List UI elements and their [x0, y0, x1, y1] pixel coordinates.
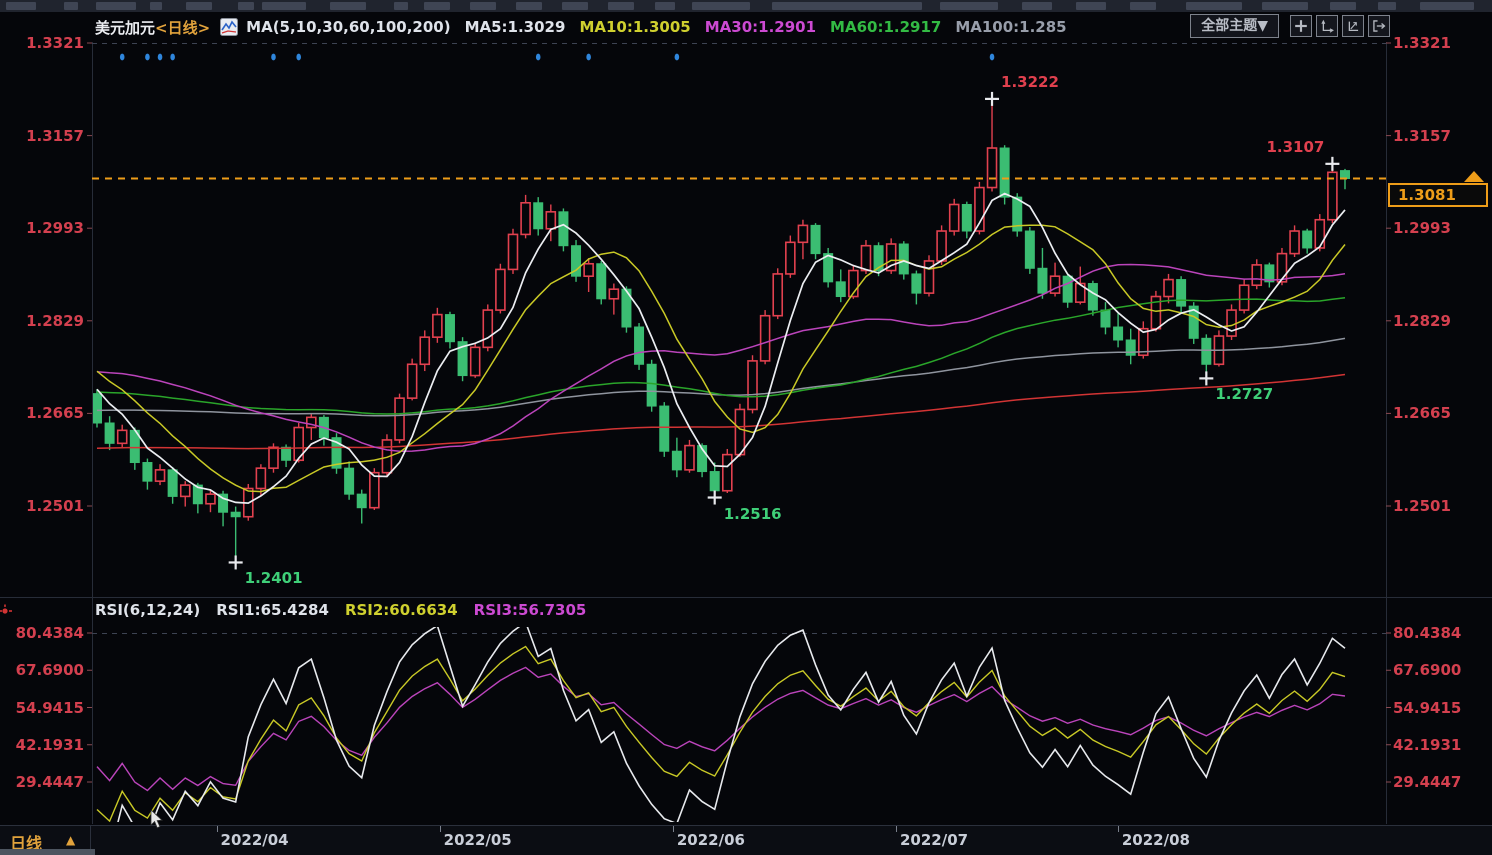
mouse-cursor — [150, 810, 166, 830]
scrollbar-thumb[interactable] — [0, 849, 95, 855]
candlestick-layer — [93, 99, 1350, 563]
event-marker-dot — [536, 54, 541, 61]
ma10-value: MA10:1.3005 — [579, 18, 690, 36]
event-marker-dot — [675, 54, 680, 61]
current-price-tag: 1.3081 — [1388, 183, 1488, 207]
header-controls: 全部主题▼ — [1190, 14, 1390, 38]
trading-chart-window: 美元加元 <日线> MA(5,10,30,60,100,200) MA5:1.3… — [0, 0, 1492, 855]
price-up-triangle-icon — [1464, 171, 1484, 182]
date-label: 2022/08 — [1122, 831, 1190, 849]
kline-icon[interactable] — [220, 18, 238, 36]
date-tick — [896, 826, 897, 832]
ma100-line — [97, 338, 1345, 415]
period-up-arrow-icon[interactable]: ▲ — [66, 833, 75, 847]
date-tick — [440, 826, 441, 832]
rsi3-value: RSI3:56.7305 — [474, 601, 587, 619]
event-marker-dot — [158, 54, 163, 61]
theme-selector-button[interactable]: 全部主题▼ — [1190, 14, 1279, 38]
axis-scale-button[interactable] — [1316, 15, 1338, 37]
event-marker-dot — [990, 54, 995, 61]
event-marker-dot — [296, 54, 301, 61]
trend-scale-button[interactable] — [1342, 15, 1364, 37]
event-marker-dot — [120, 54, 125, 61]
event-marker-dot — [586, 54, 591, 61]
event-marker-dot — [271, 54, 276, 61]
ma100-value: MA100:1.285 — [955, 18, 1066, 36]
ma200-line — [97, 375, 1345, 449]
date-label: 2022/04 — [221, 831, 289, 849]
crosshair-button[interactable] — [1290, 15, 1312, 37]
ma-settings-label[interactable]: MA(5,10,30,60,100,200) — [246, 18, 450, 36]
date-tick — [673, 826, 674, 832]
rsi-header: RSI(6,12,24) RSI1:65.4284 RSI2:60.6634 R… — [95, 601, 586, 619]
date-label: 2022/07 — [900, 831, 968, 849]
current-price-value: 1.3081 — [1398, 186, 1456, 204]
symbol-title: 美元加元 — [95, 17, 155, 38]
rsi-settings-label[interactable]: RSI(6,12,24) — [95, 601, 200, 619]
ma60-value: MA60:1.2917 — [830, 18, 941, 36]
date-tick — [1118, 826, 1119, 832]
rsi1-value: RSI1:65.4284 — [216, 601, 329, 619]
rsi12-line — [97, 647, 1345, 822]
date-label: 2022/06 — [677, 831, 745, 849]
date-tick — [217, 826, 218, 832]
pane-handle-icon[interactable] — [0, 603, 14, 622]
rsi2-value: RSI2:60.6634 — [345, 601, 458, 619]
ma30-line — [97, 265, 1345, 452]
cropped-toolbar-strip — [0, 0, 1492, 12]
date-label: 2022/05 — [444, 831, 512, 849]
ma30-value: MA30:1.2901 — [705, 18, 816, 36]
chart-canvas[interactable] — [0, 0, 1492, 855]
event-marker-dot — [145, 54, 150, 61]
pan-right-button[interactable] — [1368, 15, 1390, 37]
event-marker-dot — [170, 54, 175, 61]
period-tag: <日线> — [155, 17, 210, 38]
ma5-value: MA5:1.3029 — [465, 18, 566, 36]
time-axis-bar: 日线 ▲ 2022/042022/052022/062022/072022/08 — [0, 825, 1492, 855]
